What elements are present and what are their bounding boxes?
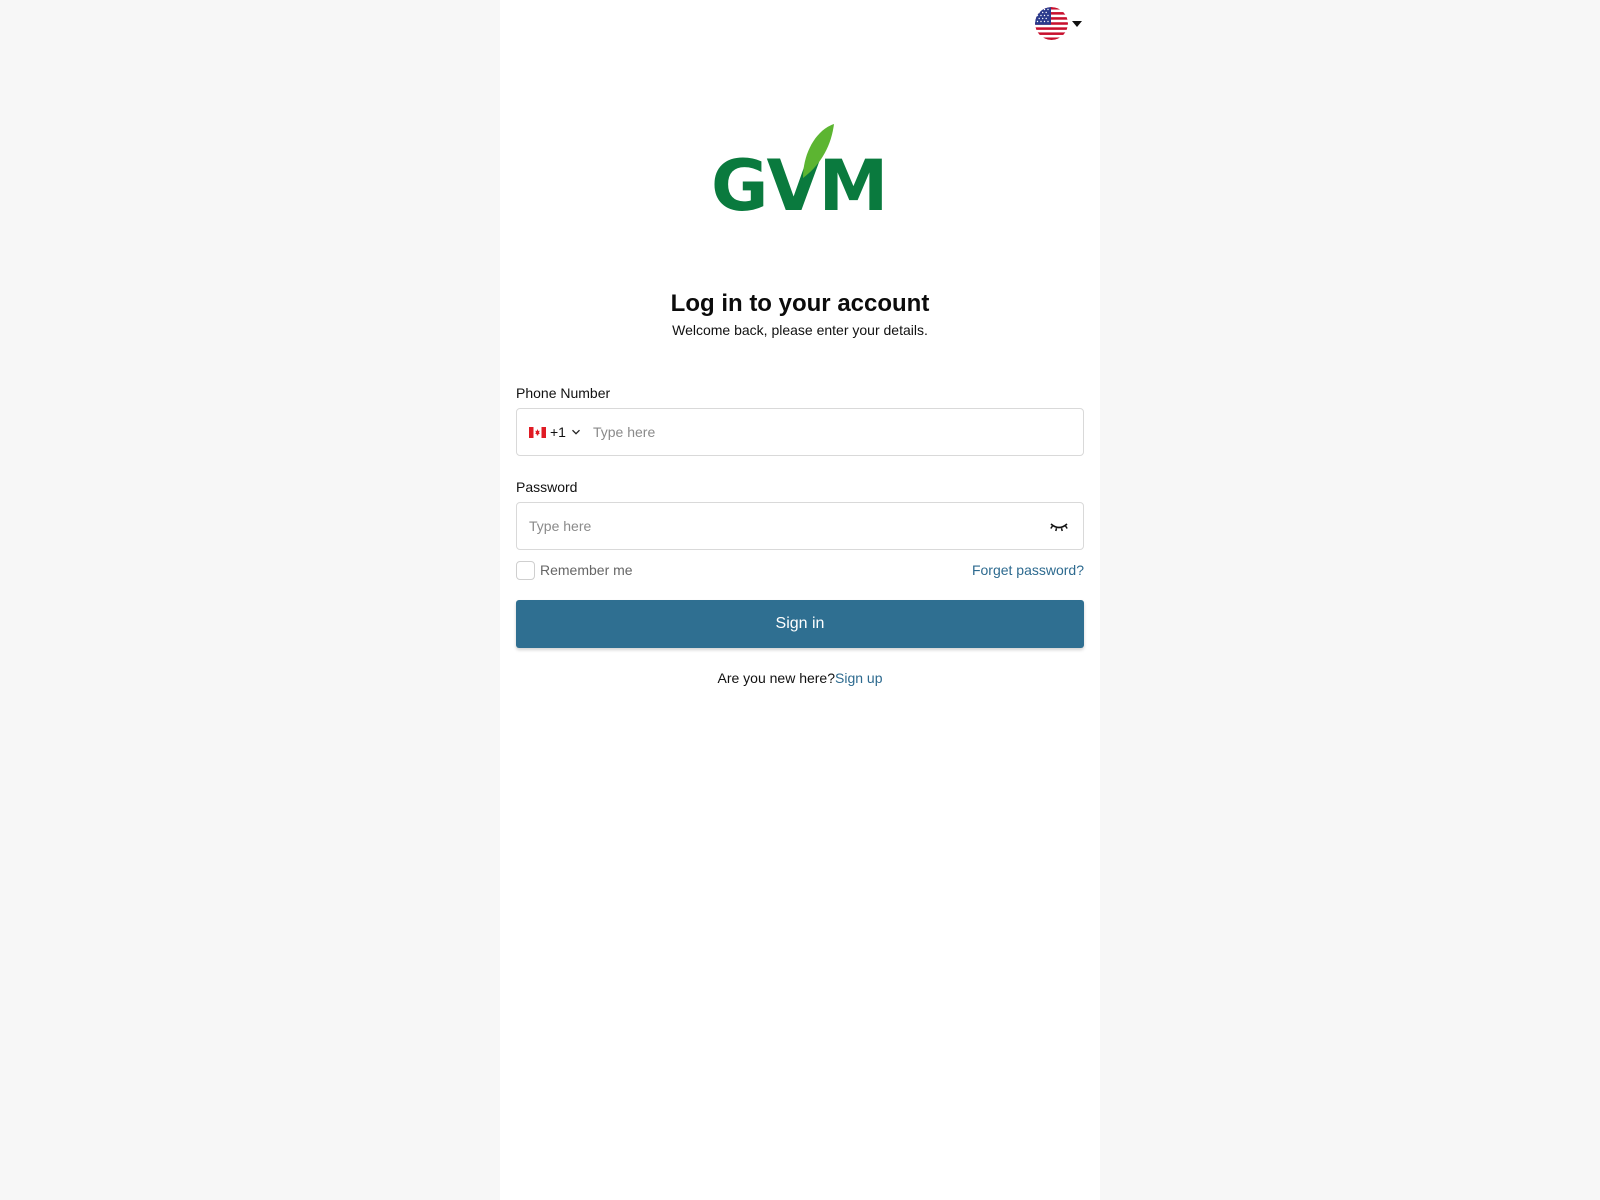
- chevron-down-icon: [572, 429, 580, 435]
- login-panel: GVM Log in to your account Welcome back,…: [500, 0, 1100, 1200]
- phone-label: Phone Number: [516, 385, 611, 401]
- phone-input[interactable]: [590, 411, 1083, 453]
- caret-down-icon: [1072, 20, 1082, 27]
- gvm-logo: GVM: [711, 124, 888, 218]
- svg-text:GVM: GVM: [711, 145, 886, 218]
- forgot-password-link[interactable]: Forget password?: [972, 562, 1084, 578]
- password-input[interactable]: [517, 505, 1049, 547]
- checkbox-box[interactable]: [516, 560, 535, 580]
- signup-question: Are you new here?: [717, 670, 836, 686]
- sign-in-button[interactable]: Sign in: [516, 600, 1084, 648]
- phone-field: +1: [516, 408, 1084, 456]
- sign-up-link[interactable]: Sign up: [835, 670, 882, 686]
- options-row: Remember me Forget password?: [516, 560, 1084, 580]
- heading-block: Log in to your account Welcome back, ple…: [500, 289, 1100, 339]
- country-code-selector[interactable]: +1: [517, 424, 591, 440]
- login-form: Phone Number +1 Password: [516, 384, 1084, 686]
- password-field: [516, 502, 1084, 550]
- page-title: Log in to your account: [670, 290, 930, 317]
- remember-me-label: Remember me: [540, 562, 633, 578]
- canada-flag-icon: [529, 426, 546, 438]
- language-switcher[interactable]: [1035, 7, 1082, 40]
- country-code: +1: [550, 424, 566, 440]
- remember-me-checkbox[interactable]: Remember me: [516, 560, 633, 580]
- signup-prompt: Are you new here?Sign up: [516, 670, 1084, 686]
- page-subtitle: Welcome back, please enter your details.: [672, 322, 928, 338]
- us-flag-icon: [1035, 7, 1068, 40]
- eye-closed-icon[interactable]: [1049, 518, 1069, 534]
- password-label: Password: [516, 479, 578, 495]
